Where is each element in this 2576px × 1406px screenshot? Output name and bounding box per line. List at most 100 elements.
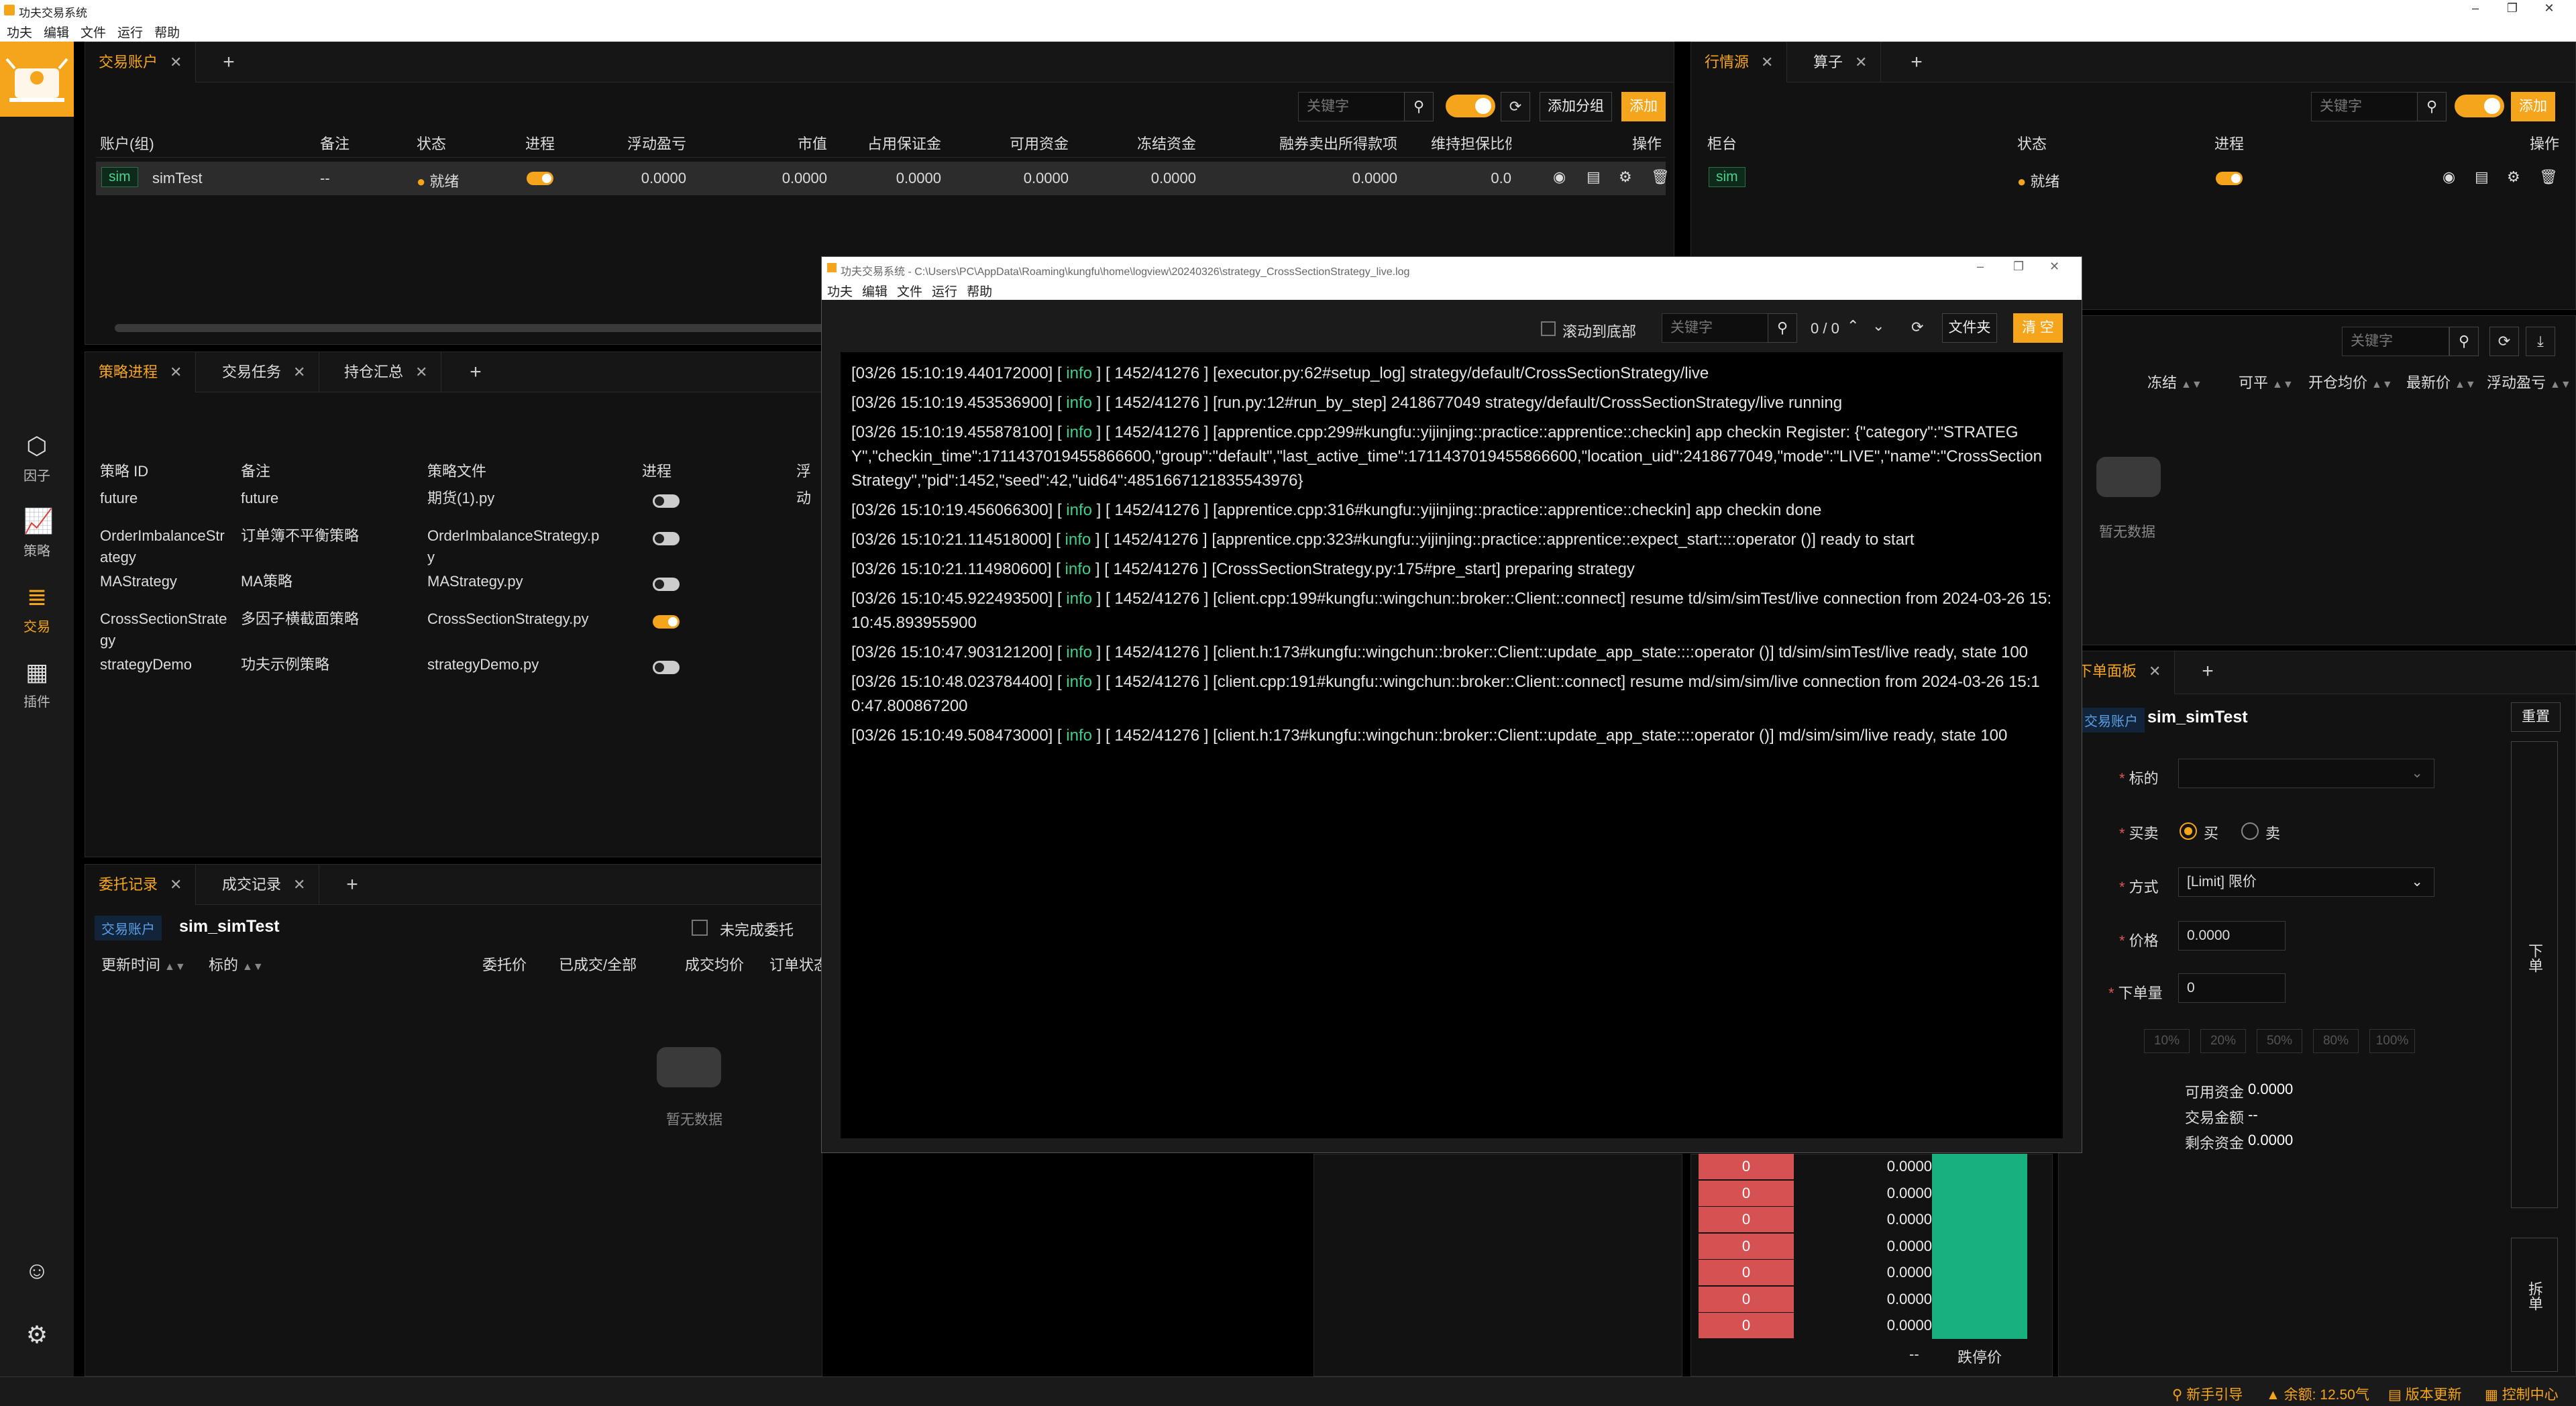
- close-icon[interactable]: ✕: [2049, 260, 2059, 274]
- prev-match-button[interactable]: ⌃: [1847, 317, 1859, 335]
- close-icon[interactable]: ✕: [1761, 54, 1773, 70]
- log-search-button[interactable]: ⚲: [1768, 313, 1797, 343]
- col-last-price[interactable]: 最新价 ▲▼: [2406, 370, 2476, 396]
- balance-badge[interactable]: ▲ 余额: 12.50气: [2266, 1384, 2369, 1404]
- col-closable[interactable]: 可平 ▲▼: [2239, 370, 2294, 396]
- menu-item-run[interactable]: 运行: [111, 20, 148, 41]
- market-add-button[interactable]: 添加: [2511, 92, 2555, 121]
- guide-link[interactable]: ⚲ 新手引导: [2172, 1384, 2243, 1404]
- tab-trade-task[interactable]: 交易任务 ✕: [209, 352, 320, 392]
- add-tab-button[interactable]: +: [2188, 651, 2228, 694]
- menu-item-edit[interactable]: 编辑: [857, 280, 892, 300]
- menu-item-run[interactable]: 运行: [926, 280, 961, 300]
- col-open-avg[interactable]: 开仓均价 ▲▼: [2308, 370, 2393, 396]
- market-process-toggle[interactable]: [2216, 172, 2243, 185]
- account-process-toggle[interactable]: [527, 172, 553, 185]
- percent-button[interactable]: 20%: [2200, 1029, 2246, 1053]
- close-icon[interactable]: ✕: [2149, 663, 2161, 680]
- add-tab-button[interactable]: +: [455, 352, 496, 392]
- market-search-button[interactable]: ⚲: [2417, 92, 2447, 121]
- sidebar-item-trade[interactable]: ≣ 交易: [0, 584, 74, 635]
- close-icon[interactable]: ✕: [293, 876, 305, 893]
- tab-accounts[interactable]: 交易账户 ✕: [85, 42, 197, 83]
- table-row[interactable]: sim ● 就绪 ◉ ▤ ⚙ 🗑: [1702, 162, 2567, 195]
- delete-icon[interactable]: 🗑: [1651, 168, 1670, 186]
- minimize-icon[interactable]: –: [1977, 260, 1984, 274]
- menu-item-file[interactable]: 文件: [74, 20, 111, 41]
- clear-button[interactable]: 清 空: [2013, 313, 2063, 343]
- gear-icon[interactable]: ⚙: [1619, 168, 1632, 186]
- maximize-icon[interactable]: ❐: [2499, 1, 2526, 19]
- add-tab-button[interactable]: +: [332, 865, 372, 905]
- user-button[interactable]: ☺: [0, 1257, 74, 1289]
- tab-position-summary[interactable]: 持仓汇总 ✕: [331, 352, 442, 392]
- percent-button[interactable]: 10%: [2144, 1029, 2190, 1053]
- menu-item-help[interactable]: 帮助: [961, 280, 996, 300]
- col-frozen[interactable]: 冻结 ▲▼: [2147, 370, 2202, 396]
- col-market[interactable]: 市值: [767, 131, 827, 158]
- col-avg-price[interactable]: 成交均价: [685, 952, 744, 979]
- market-all-toggle[interactable]: [2455, 95, 2504, 117]
- strategy-process-toggle[interactable]: [653, 494, 680, 508]
- sidebar-item-factor[interactable]: ⬡ 因子: [0, 433, 74, 484]
- menu-item-edit[interactable]: 编辑: [37, 20, 74, 41]
- view-icon[interactable]: ◉: [1553, 168, 1566, 186]
- menu-item-kungfu[interactable]: 功夫: [822, 280, 857, 300]
- close-icon[interactable]: ✕: [293, 364, 305, 380]
- refresh-button[interactable]: ⟳: [1501, 92, 1530, 121]
- col-instrument[interactable]: 标的 ▲▼: [209, 952, 264, 979]
- tab-trade-records[interactable]: 成交记录 ✕: [209, 865, 320, 905]
- add-group-button[interactable]: 添加分组: [1540, 92, 1612, 121]
- gear-icon[interactable]: ⚙: [2507, 168, 2520, 186]
- search-button[interactable]: ⚲: [1404, 92, 1434, 121]
- download-button[interactable]: ⤓: [2526, 327, 2555, 356]
- add-tab-button[interactable]: +: [209, 42, 249, 83]
- folder-button[interactable]: 文件夹: [1942, 313, 1997, 343]
- reset-button[interactable]: 重置: [2511, 702, 2561, 732]
- log-file-icon[interactable]: ▤: [1587, 168, 1601, 186]
- positions-refresh-button[interactable]: ⟳: [2489, 327, 2519, 356]
- unfinished-checkbox[interactable]: [692, 920, 708, 936]
- maximize-icon[interactable]: ❐: [2013, 260, 2024, 274]
- col-margin[interactable]: 占用保证金: [854, 131, 941, 158]
- add-tab-button[interactable]: +: [1896, 42, 1937, 83]
- log-file-icon[interactable]: ▤: [2475, 168, 2489, 186]
- strategy-process-toggle[interactable]: [653, 661, 680, 674]
- log-search-input[interactable]: 关键字: [1662, 313, 1769, 343]
- control-center-link[interactable]: ▦ 控制中心: [2485, 1384, 2559, 1404]
- add-button[interactable]: 添加: [1621, 92, 1666, 121]
- positions-search-input[interactable]: 关键字: [2342, 327, 2449, 356]
- strategy-process-toggle[interactable]: [653, 615, 680, 629]
- method-select[interactable]: [Limit] 限价 ⌄: [2178, 867, 2434, 897]
- col-order-price[interactable]: 委托价: [482, 952, 527, 979]
- price-input[interactable]: 0.0000: [2178, 921, 2286, 951]
- col-update-time[interactable]: 更新时间 ▲▼: [101, 952, 186, 979]
- close-icon[interactable]: ✕: [2536, 1, 2563, 19]
- tab-operators[interactable]: 算子 ✕: [1800, 42, 1882, 83]
- sidebar-item-strategy[interactable]: 📈 策略: [0, 508, 74, 559]
- close-icon[interactable]: ✕: [170, 876, 182, 893]
- log-refresh-button[interactable]: ⟳: [1911, 319, 1923, 336]
- table-row[interactable]: sim simTest -- ● 就绪 0.0000 0.0000 0.0000…: [96, 162, 1670, 195]
- sidebar-item-plugin[interactable]: ▦ 插件: [0, 659, 74, 710]
- close-icon[interactable]: ✕: [415, 364, 427, 380]
- split-order-button[interactable]: 拆单: [2511, 1238, 2558, 1372]
- table-row[interactable]: CrossSectionStrate gy 多因子横截面策略 CrossSectio…: [96, 604, 820, 649]
- menu-item-kungfu[interactable]: 功夫: [0, 20, 37, 41]
- percent-button[interactable]: 100%: [2369, 1029, 2415, 1053]
- positions-search-button[interactable]: ⚲: [2449, 327, 2479, 356]
- next-match-button[interactable]: ⌄: [1872, 317, 1884, 335]
- table-row[interactable]: future future 期货(1).py: [96, 484, 820, 521]
- minimize-icon[interactable]: –: [2462, 1, 2489, 19]
- buy-radio[interactable]: [2180, 822, 2197, 840]
- volume-input[interactable]: 0: [2178, 973, 2286, 1003]
- horizontal-scrollbar[interactable]: [115, 324, 906, 332]
- close-icon[interactable]: ✕: [1855, 54, 1867, 70]
- search-input[interactable]: 关键字: [1298, 92, 1405, 121]
- percent-button[interactable]: 50%: [2257, 1029, 2302, 1053]
- menu-item-help[interactable]: 帮助: [148, 20, 184, 41]
- close-icon[interactable]: ✕: [170, 364, 182, 380]
- percent-button[interactable]: 80%: [2313, 1029, 2359, 1053]
- delete-icon[interactable]: 🗑: [2539, 168, 2558, 186]
- close-icon[interactable]: ✕: [170, 54, 182, 70]
